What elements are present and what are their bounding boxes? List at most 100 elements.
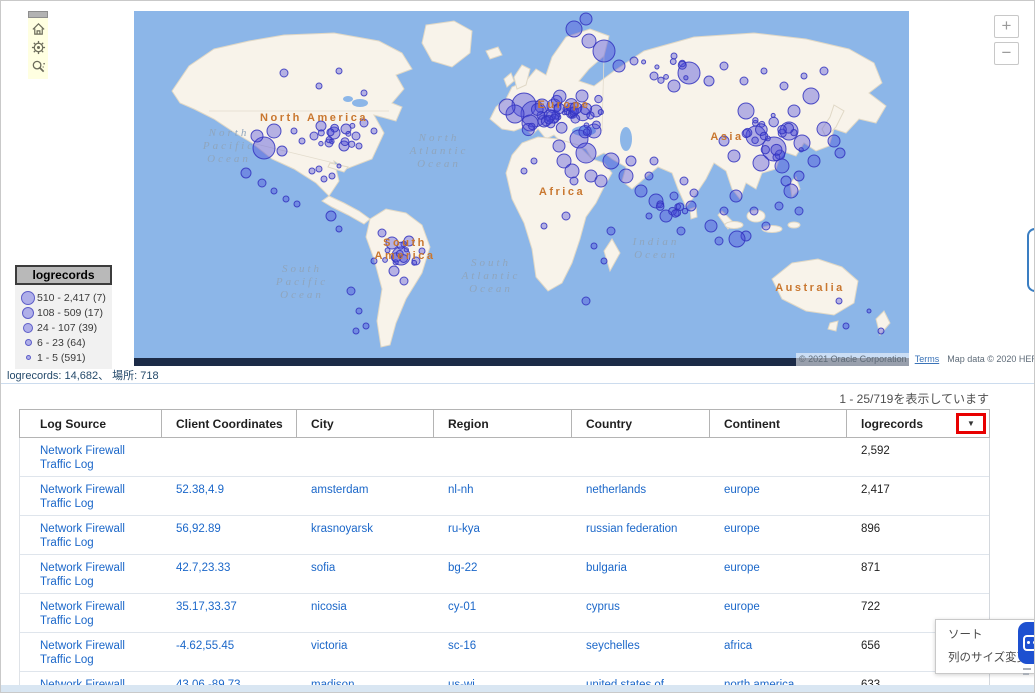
zoom-out-button[interactable]: −: [994, 42, 1019, 65]
cell-value: 722: [861, 601, 880, 613]
cell-log-source: Network Firewall Traffic Log: [20, 594, 162, 632]
cell-value-link[interactable]: europe: [724, 523, 760, 535]
cell-value-link[interactable]: nl-nh: [448, 484, 474, 496]
zoom-in-button[interactable]: +: [994, 15, 1019, 38]
cell-coordinates: [162, 438, 297, 476]
cell-value-link[interactable]: 42.7,23.33: [176, 562, 230, 574]
table-row[interactable]: Network Firewall Traffic Log 35.17,33.37 n…: [20, 594, 989, 633]
world-bubble-map[interactable]: North Pacific OceanNorth Atlantic OceanS…: [134, 11, 909, 366]
cell-logrecords: 2,417: [847, 477, 989, 515]
cell-value-link[interactable]: 35.17,33.37: [176, 601, 237, 613]
cell-value-link[interactable]: 52.38,4.9: [176, 484, 224, 496]
divider: [1, 383, 1035, 384]
table-row[interactable]: Network Firewall Traffic Log -4.62,55.45 v…: [20, 633, 989, 672]
cell-city: [297, 438, 434, 476]
cell-value-link[interactable]: nicosia: [311, 601, 347, 613]
legend-item: 24 - 107 (39): [19, 320, 108, 335]
cell-value-link[interactable]: bulgaria: [586, 562, 627, 574]
legend-bubble-icon: [19, 323, 37, 333]
cell-value-link[interactable]: ru-kya: [448, 523, 480, 535]
cell-value-link[interactable]: 56,92.89: [176, 523, 221, 535]
cell-region: nl-nh: [434, 477, 572, 515]
column-header-logrecords[interactable]: logrecords ▼: [847, 410, 989, 437]
legend-item-label: 510 - 2,417 (7): [37, 292, 106, 304]
column-header-city[interactable]: City: [297, 410, 434, 437]
legend-bubble-icon: [19, 355, 37, 360]
cell-value-link[interactable]: Network Firewall Traffic Log: [40, 445, 125, 471]
table-row[interactable]: Network Firewall Traffic Log 56,92.89 kras…: [20, 516, 989, 555]
column-header-country[interactable]: Country: [572, 410, 710, 437]
cell-value-link[interactable]: Network Firewall Traffic Log: [40, 484, 125, 510]
dash-decoration: [1023, 668, 1031, 670]
chevron-down-icon: ▼: [967, 419, 975, 428]
table-row[interactable]: Network Firewall Traffic Log 2,592: [20, 438, 989, 477]
legend-title[interactable]: logrecords: [15, 265, 112, 285]
legend-bubble-icon: [19, 339, 37, 346]
cell-value-link[interactable]: amsterdam: [311, 484, 369, 496]
world-map-canvas: [134, 11, 909, 366]
cell-coordinates: 35.17,33.37: [162, 594, 297, 632]
cell-value: 2,592: [861, 445, 890, 457]
settings-icon[interactable]: [31, 40, 46, 55]
table-body: Network Firewall Traffic Log2,592Network…: [19, 438, 990, 693]
cell-value-link[interactable]: africa: [724, 640, 752, 652]
cell-value-link[interactable]: -4.62,55.45: [176, 640, 234, 652]
copyright-text: © 2021 Oracle Corporation: [799, 354, 907, 364]
cell-coordinates: 56,92.89: [162, 516, 297, 554]
cell-log-source: Network Firewall Traffic Log: [20, 633, 162, 671]
cell-value-link[interactable]: victoria: [311, 640, 347, 652]
cell-city: amsterdam: [297, 477, 434, 515]
cell-city: krasnoyarsk: [297, 516, 434, 554]
column-header-log-source[interactable]: Log Source: [20, 410, 162, 437]
panel-edge-tab[interactable]: [1027, 228, 1035, 292]
cell-value-link[interactable]: russian federation: [586, 523, 677, 535]
cell-logrecords: 871: [847, 555, 989, 593]
cell-value-link[interactable]: bg-22: [448, 562, 477, 574]
assistant-button[interactable]: [1018, 622, 1035, 664]
cell-country: netherlands: [572, 477, 710, 515]
magnifier-icon[interactable]: [31, 59, 46, 74]
cell-log-source: Network Firewall Traffic Log: [20, 516, 162, 554]
cell-value-link[interactable]: sc-16: [448, 640, 476, 652]
table-row[interactable]: Network Firewall Traffic Log 52.38,4.9 ams…: [20, 477, 989, 516]
cell-continent: [710, 438, 847, 476]
cell-value: 896: [861, 523, 880, 535]
cell-value-link[interactable]: Network Firewall Traffic Log: [40, 562, 125, 588]
column-header-region[interactable]: Region: [434, 410, 572, 437]
cell-value-link[interactable]: cyprus: [586, 601, 620, 613]
record-summary: logrecords: 14,682、 場所: 718: [7, 367, 159, 383]
cell-value-link[interactable]: europe: [724, 562, 760, 574]
sort-dropdown-button[interactable]: ▼: [956, 413, 986, 434]
oracle-map-analysis-page: North Pacific OceanNorth Atlantic OceanS…: [0, 0, 1035, 693]
cell-coordinates: -4.62,55.45: [162, 633, 297, 671]
cell-value-link[interactable]: europe: [724, 601, 760, 613]
cell-log-source: Network Firewall Traffic Log: [20, 555, 162, 593]
cell-value-link[interactable]: sofia: [311, 562, 335, 574]
legend-item-label: 6 - 23 (64): [37, 337, 85, 349]
cell-value-link[interactable]: europe: [724, 484, 760, 496]
cell-log-source: Network Firewall Traffic Log: [20, 438, 162, 476]
map-attribution: © 2021 Oracle Corporation Terms Map data ©…: [796, 353, 1035, 367]
cell-region: bg-22: [434, 555, 572, 593]
terms-link[interactable]: Terms: [915, 354, 940, 364]
cell-value-link[interactable]: netherlands: [586, 484, 646, 496]
toolbar-grip[interactable]: [28, 11, 48, 18]
cell-value-link[interactable]: krasnoyarsk: [311, 523, 373, 535]
column-header-continent[interactable]: Continent: [710, 410, 847, 437]
home-icon[interactable]: [31, 22, 46, 36]
legend-item: 108 - 509 (17): [19, 305, 108, 320]
map-legend: logrecords 510 - 2,417 (7)108 - 509 (17)…: [15, 265, 112, 369]
cell-value: 871: [861, 562, 880, 574]
legend-item-label: 24 - 107 (39): [37, 322, 97, 334]
map-toolbar: [28, 11, 48, 79]
cell-value-link[interactable]: cy-01: [448, 601, 476, 613]
legend-item-label: 1 - 5 (591): [37, 352, 85, 364]
column-header-client-coordinates[interactable]: Client Coordinates: [162, 410, 297, 437]
cell-value-link[interactable]: Network Firewall Traffic Log: [40, 523, 125, 549]
cell-value-link[interactable]: seychelles: [586, 640, 640, 652]
cell-country: cyprus: [572, 594, 710, 632]
map-data-text: Map data © 2020 HERE: [947, 354, 1035, 364]
cell-value-link[interactable]: Network Firewall Traffic Log: [40, 601, 125, 627]
cell-value-link[interactable]: Network Firewall Traffic Log: [40, 640, 125, 666]
table-row[interactable]: Network Firewall Traffic Log 42.7,23.33 so…: [20, 555, 989, 594]
